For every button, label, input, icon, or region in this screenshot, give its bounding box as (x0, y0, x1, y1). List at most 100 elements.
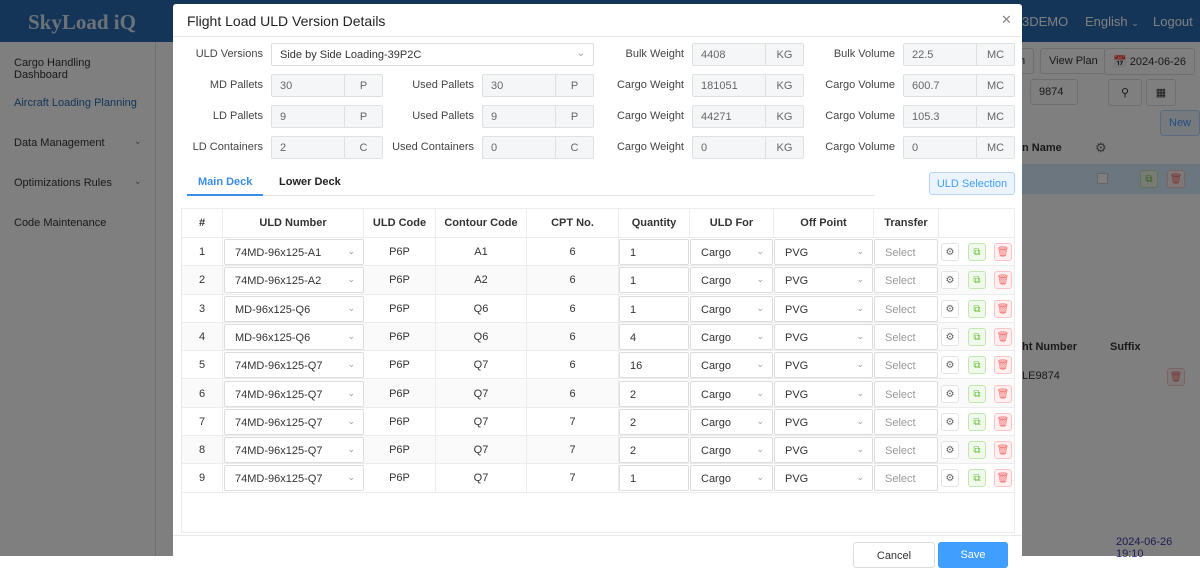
gear-icon[interactable]: ⚙ (941, 441, 959, 460)
uld-for-value: Cargo (701, 388, 731, 401)
gear-icon[interactable]: ⚙ (941, 271, 959, 290)
save-button[interactable]: Save (938, 542, 1008, 568)
copy-icon[interactable]: ⧉ (968, 384, 986, 403)
copy-icon[interactable]: ⧉ (968, 243, 986, 261)
delete-icon[interactable]: 🗑 (994, 299, 1012, 318)
transfer-select[interactable]: Select (874, 408, 938, 435)
delete-icon[interactable]: 🗑 (994, 327, 1012, 346)
cargo-volume-1-field[interactable]: 600.7 MC (903, 74, 1015, 97)
uld-number-select[interactable]: MD-96x125-Q6 ⌄ (224, 323, 364, 350)
cargo-volume-3-unit: MC (976, 137, 1014, 158)
quantity-input[interactable]: 2 (619, 408, 689, 435)
uld-for-select[interactable]: Cargo ⌄ (690, 437, 773, 464)
used-pallets-md-field[interactable]: 30 P (482, 74, 594, 97)
off-point-select[interactable]: PVG ⌄ (774, 323, 873, 350)
column-header-uld-code: ULD Code (364, 209, 436, 238)
copy-icon[interactable]: ⧉ (968, 327, 986, 346)
tab-lower-deck[interactable]: Lower Deck (279, 176, 341, 188)
uld-for-select[interactable]: Cargo ⌄ (690, 465, 773, 492)
cargo-weight-3-field[interactable]: 0 KG (692, 136, 804, 159)
gear-icon[interactable]: ⚙ (941, 356, 959, 375)
delete-icon[interactable]: 🗑 (994, 469, 1012, 488)
close-icon[interactable]: ✕ (1001, 12, 1012, 28)
cargo-volume-3-field[interactable]: 0 MC (903, 136, 1015, 159)
quantity-input[interactable]: 1 (619, 295, 689, 322)
quantity-input[interactable]: 16 (619, 352, 689, 379)
delete-icon[interactable]: 🗑 (994, 441, 1012, 460)
tab-main-deck[interactable]: Main Deck (198, 176, 252, 188)
uld-for-select[interactable]: Cargo ⌄ (690, 239, 773, 265)
uld-versions-select[interactable]: Side by Side Loading-39P2C ⌄ (271, 43, 594, 66)
uld-number-value: 74MD-96x125-Q7 (235, 360, 323, 373)
uld-number-select[interactable]: 74MD-96x125-Q7 ⌄ (224, 465, 364, 492)
uld-number-select[interactable]: 74MD-96x125-Q7 ⌄ (224, 437, 364, 464)
uld-number-select[interactable]: 74MD-96x125-Q7 ⌄ (224, 408, 364, 435)
gear-icon[interactable]: ⚙ (941, 469, 959, 488)
gear-icon[interactable]: ⚙ (941, 384, 959, 403)
uld-selection-button[interactable]: ULD Selection (929, 172, 1015, 195)
uld-for-select[interactable]: Cargo ⌄ (690, 408, 773, 435)
used-pallets-ld-label: Used Pallets (412, 110, 474, 122)
gear-icon[interactable]: ⚙ (941, 412, 959, 431)
transfer-select[interactable]: Select (874, 295, 938, 322)
gear-icon[interactable]: ⚙ (941, 243, 959, 261)
copy-icon[interactable]: ⧉ (968, 271, 986, 290)
used-pallets-ld-field[interactable]: 9 P (482, 105, 594, 128)
delete-icon[interactable]: 🗑 (994, 243, 1012, 261)
gear-icon[interactable]: ⚙ (941, 299, 959, 318)
quantity-input[interactable]: 2 (619, 437, 689, 464)
off-point-select[interactable]: PVG ⌄ (774, 352, 873, 379)
off-point-select[interactable]: PVG ⌄ (774, 408, 873, 435)
transfer-select[interactable]: Select (874, 437, 938, 464)
transfer-select[interactable]: Select (874, 465, 938, 492)
cancel-button[interactable]: Cancel (853, 542, 935, 568)
transfer-select[interactable]: Select (874, 267, 938, 294)
copy-icon[interactable]: ⧉ (968, 469, 986, 488)
quantity-input[interactable]: 1 (619, 239, 689, 265)
bulk-volume-field[interactable]: 22.5 MC (903, 43, 1015, 66)
copy-icon[interactable]: ⧉ (968, 441, 986, 460)
cargo-volume-2-field[interactable]: 105.3 MC (903, 105, 1015, 128)
uld-for-select[interactable]: Cargo ⌄ (690, 295, 773, 322)
transfer-select[interactable]: Select (874, 352, 938, 379)
uld-number-select[interactable]: 74MD-96x125-Q7 ⌄ (224, 380, 364, 407)
cargo-weight-1-field[interactable]: 181051 KG (692, 74, 804, 97)
uld-for-select[interactable]: Cargo ⌄ (690, 352, 773, 379)
chevron-down-icon: ⌄ (856, 472, 864, 483)
copy-icon[interactable]: ⧉ (968, 299, 986, 318)
uld-number-select[interactable]: 74MD-96x125-Q7 ⌄ (224, 352, 364, 379)
uld-number-select[interactable]: 74MD-96x125-A1 ⌄ (224, 239, 364, 265)
used-pallets-md-value: 30 (491, 80, 504, 92)
delete-icon[interactable]: 🗑 (994, 271, 1012, 290)
uld-number-select[interactable]: 74MD-96x125-A2 ⌄ (224, 267, 364, 294)
transfer-select[interactable]: Select (874, 380, 938, 407)
off-point-select[interactable]: PVG ⌄ (774, 437, 873, 464)
uld-for-select[interactable]: Cargo ⌄ (690, 380, 773, 407)
off-point-select[interactable]: PVG ⌄ (774, 465, 873, 492)
uld-number-select[interactable]: MD-96x125-Q6 ⌄ (224, 295, 364, 322)
table-row: 9 74MD-96x125-Q7 ⌄ P6P Q7 7 1 Cargo ⌄ PVG ⌄… (182, 464, 1014, 493)
quantity-input[interactable]: 1 (619, 267, 689, 294)
delete-icon[interactable]: 🗑 (994, 384, 1012, 403)
uld-for-select[interactable]: Cargo ⌄ (690, 267, 773, 294)
quantity-input[interactable]: 2 (619, 380, 689, 407)
off-point-select[interactable]: PVG ⌄ (774, 267, 873, 294)
uld-for-select[interactable]: Cargo ⌄ (690, 323, 773, 350)
transfer-select[interactable]: Select (874, 323, 938, 350)
cargo-weight-2-field[interactable]: 44271 KG (692, 105, 804, 128)
off-point-select[interactable]: PVG ⌄ (774, 295, 873, 322)
delete-icon[interactable]: 🗑 (994, 412, 1012, 431)
off-point-select[interactable]: PVG ⌄ (774, 239, 873, 265)
quantity-input[interactable]: 1 (619, 465, 689, 492)
gear-icon[interactable]: ⚙ (941, 327, 959, 346)
used-containers-unit: C (555, 137, 593, 158)
bulk-weight-field[interactable]: 4408 KG (692, 43, 804, 66)
off-point-select[interactable]: PVG ⌄ (774, 380, 873, 407)
copy-icon[interactable]: ⧉ (968, 356, 986, 375)
copy-icon[interactable]: ⧉ (968, 412, 986, 431)
quantity-input[interactable]: 4 (619, 323, 689, 350)
chevron-down-icon: ⌄ (347, 246, 355, 256)
used-containers-field[interactable]: 0 C (482, 136, 594, 159)
delete-icon[interactable]: 🗑 (994, 356, 1012, 375)
transfer-select[interactable]: Select (874, 239, 938, 265)
